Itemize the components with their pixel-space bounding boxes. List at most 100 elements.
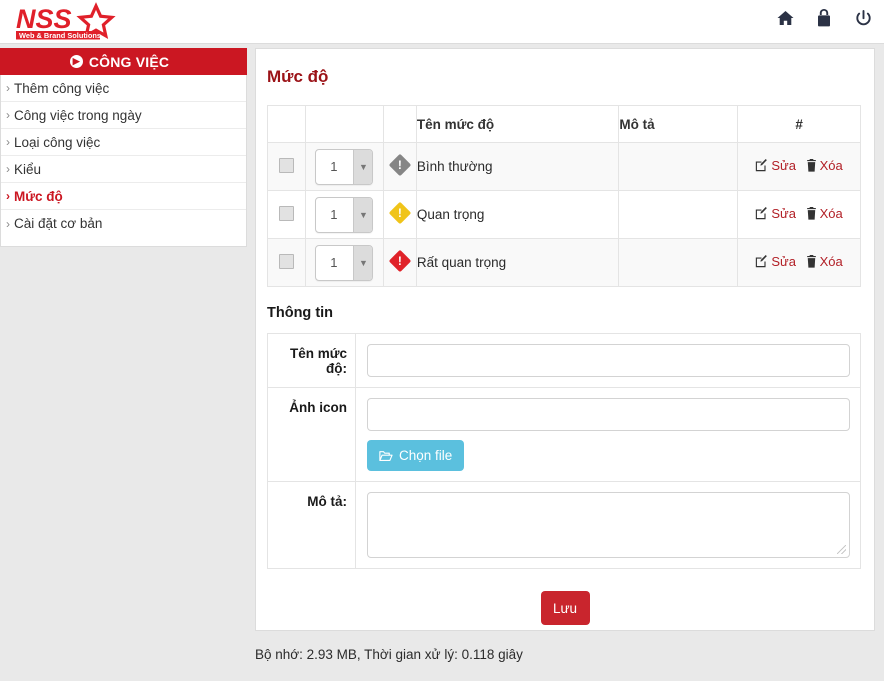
save-button[interactable]: Lưu bbox=[540, 591, 590, 625]
edit-label: Sửa bbox=[771, 158, 796, 173]
top-bar: NSS Web & Brand Solutions bbox=[0, 0, 884, 44]
delete-link[interactable]: Xóa bbox=[806, 206, 843, 221]
row-priority-cell: ! bbox=[382, 238, 417, 287]
row-priority-cell: ! bbox=[382, 142, 417, 191]
footer-status: Bộ nhớ: 2.93 MB, Thời gian xử lý: 0.118 … bbox=[255, 647, 523, 662]
row-desc bbox=[618, 142, 739, 191]
order-select[interactable]: 1 ▼ bbox=[315, 148, 374, 185]
chevron-down-icon: ▼ bbox=[353, 245, 373, 280]
table-header: Tên mức độ Mô tả # bbox=[267, 105, 861, 143]
row-desc bbox=[618, 190, 739, 239]
row-checkbox[interactable] bbox=[278, 253, 294, 269]
chevron-right-icon: › bbox=[6, 135, 10, 149]
info-section-title: Thông tin bbox=[267, 305, 334, 321]
edit-label: Sửa bbox=[771, 206, 796, 221]
col-name: Tên mức độ bbox=[415, 105, 620, 143]
sidebar-item-them-cong-viec[interactable]: › Thêm công việc bbox=[1, 75, 246, 102]
chevron-right-icon: › bbox=[6, 81, 10, 95]
col-select bbox=[267, 105, 306, 143]
home-icon[interactable] bbox=[776, 8, 794, 28]
logo[interactable]: NSS Web & Brand Solutions bbox=[14, 2, 118, 42]
row-order-cell: 1 ▼ bbox=[304, 190, 384, 239]
desc-label: Mô tả: bbox=[267, 481, 356, 569]
top-icon-group bbox=[776, 8, 872, 28]
sidebar-item-kieu[interactable]: › Kiểu bbox=[1, 156, 246, 183]
row-name: Quan trọng bbox=[415, 190, 620, 239]
order-select[interactable]: 1 ▼ bbox=[315, 196, 374, 233]
order-select[interactable]: 1 ▼ bbox=[315, 244, 374, 281]
order-select-value: 1 bbox=[330, 159, 338, 174]
col-icon bbox=[382, 105, 417, 143]
power-icon[interactable] bbox=[854, 8, 872, 28]
name-label: Tên mức độ: bbox=[267, 333, 356, 388]
description-textarea[interactable] bbox=[367, 492, 850, 558]
sidebar-list: › Thêm công việc › Công việc trong ngày … bbox=[0, 75, 247, 247]
svg-text:NSS: NSS bbox=[16, 4, 72, 34]
row-checkbox-cell bbox=[267, 142, 306, 191]
chevron-right-icon: › bbox=[6, 108, 10, 122]
row-checkbox-cell bbox=[267, 190, 306, 239]
row-order-cell: 1 ▼ bbox=[304, 238, 384, 287]
save-button-wrap: Lưu bbox=[256, 591, 874, 625]
chevron-down-icon: ▼ bbox=[353, 197, 373, 232]
sidebar-item-cai-dat-co-ban[interactable]: › Cài đặt cơ bản bbox=[1, 210, 246, 237]
row-name: Rất quan trọng bbox=[415, 238, 620, 287]
delete-label: Xóa bbox=[819, 254, 843, 269]
priority-normal-icon: ! bbox=[388, 153, 412, 177]
trash-icon bbox=[806, 159, 816, 172]
level-name-input[interactable] bbox=[367, 344, 850, 377]
order-select-value: 1 bbox=[330, 255, 338, 270]
delete-link[interactable]: Xóa bbox=[806, 158, 843, 173]
chevron-right-icon: › bbox=[6, 216, 10, 231]
sidebar-item-label: Cài đặt cơ bản bbox=[14, 216, 103, 231]
chevron-right-circle-icon: ▶ bbox=[69, 55, 83, 68]
form-row-icon: Ảnh icon Chọn file bbox=[267, 387, 861, 482]
form-row-name: Tên mức độ: bbox=[267, 333, 861, 388]
row-checkbox[interactable] bbox=[278, 157, 294, 173]
icon-path-input[interactable] bbox=[367, 398, 850, 431]
pencil-square-icon bbox=[756, 207, 768, 220]
row-actions: Sửa Xóa bbox=[737, 238, 861, 287]
lock-icon[interactable] bbox=[815, 8, 833, 28]
edit-link[interactable]: Sửa bbox=[755, 158, 796, 173]
table-row: 1 ▼ ! Quan trọng Sửa Xóa bbox=[267, 190, 861, 239]
sidebar-header: ▶ CÔNG VIỆC bbox=[0, 48, 247, 75]
col-order bbox=[304, 105, 384, 143]
priority-exclamation: ! bbox=[397, 206, 402, 220]
choose-file-button[interactable]: Chọn file bbox=[367, 440, 465, 471]
sidebar-item-cong-viec-trong-ngay[interactable]: › Công việc trong ngày bbox=[1, 102, 246, 129]
sidebar-item-muc-do[interactable]: › Mức độ bbox=[1, 183, 246, 210]
edit-label: Sửa bbox=[771, 254, 796, 269]
chevron-right-icon: › bbox=[6, 189, 10, 203]
chevron-right-icon: › bbox=[6, 162, 10, 176]
row-order-cell: 1 ▼ bbox=[304, 142, 384, 191]
table-row: 1 ▼ ! Rất quan trọng Sửa Xóa bbox=[267, 238, 861, 287]
row-checkbox[interactable] bbox=[278, 205, 294, 221]
pencil-square-icon bbox=[756, 159, 768, 172]
row-actions: Sửa Xóa bbox=[737, 190, 861, 239]
edit-link[interactable]: Sửa bbox=[755, 206, 796, 221]
priority-important-icon: ! bbox=[388, 201, 412, 225]
row-priority-cell: ! bbox=[382, 190, 417, 239]
pencil-square-icon bbox=[756, 255, 768, 268]
sidebar-item-loai-cong-viec[interactable]: › Loại công việc bbox=[1, 129, 246, 156]
desc-field-cell bbox=[355, 481, 861, 569]
sidebar-header-label: CÔNG VIỆC bbox=[88, 53, 170, 70]
sidebar-item-label: Loại công việc bbox=[14, 134, 101, 150]
row-checkbox-cell bbox=[267, 238, 306, 287]
levels-table: Tên mức độ Mô tả # 1 ▼ ! Bình thường Sửa… bbox=[267, 105, 861, 287]
sidebar-item-label: Thêm công việc bbox=[14, 80, 110, 96]
svg-text:Web & Brand Solutions: Web & Brand Solutions bbox=[19, 31, 101, 40]
nss-logo-icon: NSS Web & Brand Solutions bbox=[16, 2, 116, 40]
resize-grip-icon[interactable] bbox=[837, 545, 846, 554]
row-name: Bình thường bbox=[415, 142, 620, 191]
col-actions: # bbox=[737, 105, 861, 143]
sidebar-item-label: Kiểu bbox=[14, 161, 42, 177]
icon-label: Ảnh icon bbox=[267, 387, 356, 482]
delete-link[interactable]: Xóa bbox=[806, 254, 843, 269]
trash-icon bbox=[806, 207, 816, 220]
edit-link[interactable]: Sửa bbox=[755, 254, 796, 269]
form-row-desc: Mô tả: bbox=[267, 481, 861, 569]
choose-file-label: Chọn file bbox=[399, 448, 453, 463]
sidebar-item-label: Công việc trong ngày bbox=[14, 107, 142, 123]
